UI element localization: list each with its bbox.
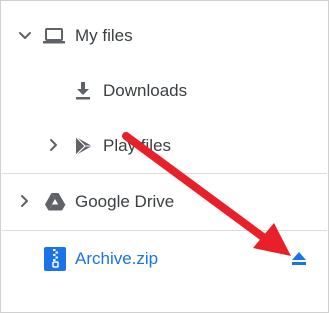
play-store-icon	[75, 136, 92, 156]
sidebar-item-google-drive[interactable]: Google Drive	[1, 182, 328, 222]
zip-archive-icon	[44, 247, 66, 271]
drive-icon	[45, 193, 66, 211]
sidebar-item-my-files[interactable]: My files	[1, 16, 328, 56]
sidebar-divider	[2, 230, 327, 231]
chevron-right-icon[interactable]	[44, 135, 64, 155]
chevron-down-icon[interactable]	[15, 26, 35, 46]
eject-icon[interactable]	[289, 250, 309, 268]
sidebar-item-label: Play files	[103, 136, 172, 155]
sidebar-item-label: Archive.zip	[75, 249, 159, 268]
sidebar-item-label: Downloads	[103, 81, 188, 100]
laptop-icon	[43, 28, 65, 44]
sidebar-item-archive[interactable]: Archive.zip	[1, 239, 328, 279]
sidebar-item-label: My files	[75, 26, 133, 45]
sidebar-item-downloads[interactable]: Downloads	[1, 71, 328, 111]
sidebar-item-play-files[interactable]: Play files	[1, 126, 328, 166]
sidebar-item-label: Google Drive	[75, 192, 175, 211]
download-icon	[76, 82, 90, 100]
sidebar-divider	[2, 173, 327, 174]
chevron-right-icon[interactable]	[15, 191, 35, 211]
file-manager-sidebar: My files Downloads Play files Google Dri…	[0, 0, 329, 313]
